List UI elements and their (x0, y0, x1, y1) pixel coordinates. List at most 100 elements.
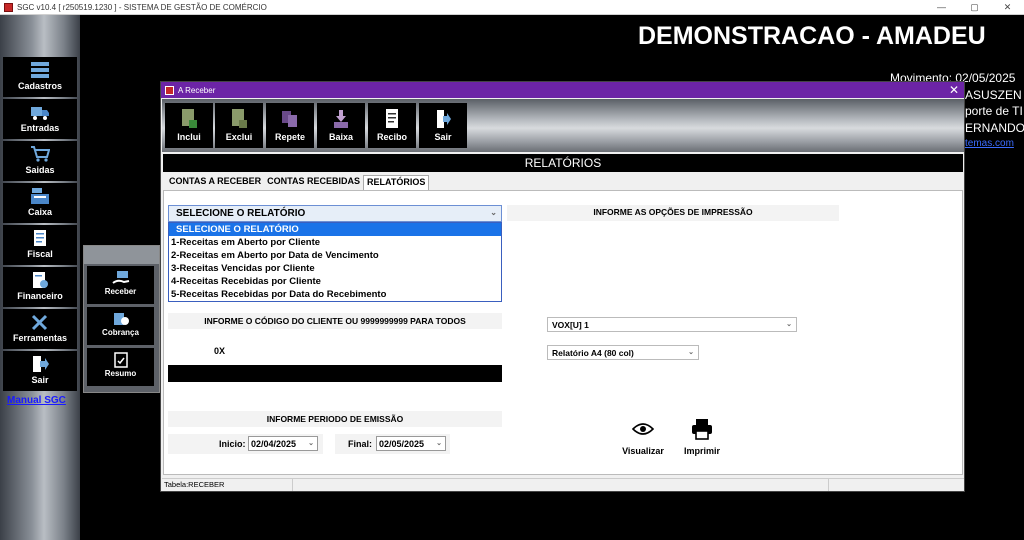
sidebar-item-caixa[interactable]: Caixa (3, 183, 77, 223)
client-name-display (168, 365, 502, 382)
end-date-picker[interactable]: 02/05/2025 ⌄ (376, 436, 446, 451)
section-title: RELATÓRIOS (163, 154, 963, 172)
repeat-icon (282, 111, 297, 127)
sidebar-item-ferramentas[interactable]: Ferramentas (3, 309, 77, 349)
bg-website-link[interactable]: temas.com (965, 138, 1014, 149)
format-select[interactable]: Relatório A4 (80 col) ⌄ (547, 345, 699, 360)
chevron-down-icon: ⌄ (436, 440, 442, 447)
sidebar-item-fiscal[interactable]: Fiscal (3, 225, 77, 265)
sidebar-item-sair[interactable]: Sair (3, 351, 77, 391)
stack-icon (31, 62, 49, 78)
bg-name-line: ERNANDO (965, 121, 1024, 135)
sidebar-item-label: Sair (31, 375, 49, 385)
app-logo-icon (4, 2, 13, 12)
client-code-label: INFORME O CÓDIGO DO CLIENTE OU 999999999… (204, 316, 466, 326)
end-date-value: 02/05/2025 (379, 439, 425, 449)
report-options-list: SELECIONE O RELATÓRIO 1-Receitas em Aber… (168, 222, 502, 302)
sidebar-item-label: Cadastros (17, 81, 62, 91)
sidebar-item-label: Entradas (20, 123, 60, 133)
toolbar-label: Sair (434, 132, 452, 142)
sidebar-item-saidas[interactable]: Saidas (3, 141, 77, 181)
summary-icon (113, 352, 128, 368)
printer-select-value: VOX[U] 1 (552, 320, 589, 330)
cart-icon (31, 146, 50, 162)
sair-button[interactable]: Sair (419, 103, 467, 148)
tools-icon (31, 314, 48, 331)
subpanel-item-receber[interactable]: Receber (87, 266, 154, 304)
dialog-toolbar: Inclui Exclui Repete Baixa Recibo Sair (162, 99, 964, 152)
receipt-icon (386, 109, 398, 128)
dialog-statusbar: Tabela:RECEBER (162, 478, 964, 491)
client-code-input[interactable]: 0X (168, 344, 228, 359)
visualizar-label: Visualizar (622, 446, 664, 456)
subpanel-item-cobranca[interactable]: Cobrança (87, 307, 154, 345)
main-sidebar: Cadastros Entradas Saidas Caixa Fiscal F… (0, 15, 80, 540)
printer-select[interactable]: VOX[U] 1 ⌄ (547, 317, 797, 332)
report-option[interactable]: 5-Receitas Recebidas por Data do Recebim… (169, 288, 501, 301)
download-icon (334, 110, 348, 128)
dialog-close-icon[interactable]: ✕ (949, 83, 959, 97)
financeiro-subpanel: Receber Cobrança Resumo (83, 245, 160, 393)
toolbar-label: Baixa (328, 132, 354, 142)
sidebar-item-label: Financeiro (17, 291, 63, 301)
start-date-picker[interactable]: 02/04/2025 ⌄ (248, 436, 318, 451)
add-document-icon (182, 109, 197, 128)
imprimir-label: Imprimir (683, 446, 720, 456)
exit-icon (437, 110, 451, 128)
report-option[interactable]: SELECIONE O RELATÓRIO (169, 223, 501, 236)
report-option[interactable]: 1-Receitas em Aberto por Cliente (169, 236, 501, 249)
period-label: INFORME PERIODO DE EMISSÃO (266, 414, 404, 424)
bg-support-line: porte de TI (965, 104, 1023, 118)
tab-contas-a-receber[interactable]: CONTAS A RECEBER (166, 175, 264, 190)
app-titlebar: SGC v10.4 [ r250519.1230 ] - SISTEMA DE … (0, 0, 1024, 15)
toolbar-label: Inclui (177, 132, 201, 142)
subpanel-item-label: Receber (104, 287, 137, 296)
report-option[interactable]: 4-Receitas Recebidas por Cliente (169, 275, 501, 288)
app-title: SGC v10.4 [ r250519.1230 ] - SISTEMA DE … (17, 2, 267, 12)
report-option[interactable]: 3-Receitas Vencidas por Cliente (169, 262, 501, 275)
chevron-down-icon: ⌄ (308, 440, 314, 447)
dialog-titlebar: A Receber ✕ (161, 82, 964, 98)
baixa-button[interactable]: Baixa (317, 103, 365, 148)
printer-icon (692, 419, 712, 440)
start-date-label: Inicio: (219, 439, 246, 449)
repete-button[interactable]: Repete (266, 103, 314, 148)
receive-money-icon (111, 271, 129, 284)
printer-icon-box (678, 415, 726, 443)
toolbar-label: Recibo (376, 132, 407, 142)
visualizar-button[interactable]: Visualizar (618, 415, 668, 461)
toolbar-label: Repete (274, 132, 305, 142)
manual-sgc-link[interactable]: Manual SGC (7, 395, 66, 406)
dialog-tabs: CONTAS A RECEBER CONTAS RECEBIDAS RELATÓ… (166, 175, 430, 190)
inclui-button[interactable]: Inclui (165, 103, 213, 148)
money-document-icon (33, 272, 48, 288)
delete-document-icon (232, 109, 247, 128)
report-select[interactable]: SELECIONE O RELATÓRIO ⌄ (168, 205, 502, 222)
sidebar-item-cadastros[interactable]: Cadastros (3, 57, 77, 97)
collection-icon (113, 313, 129, 325)
subpanel-item-label: Resumo (104, 369, 137, 378)
chevron-down-icon: ⌄ (786, 321, 792, 328)
status-segment (829, 479, 964, 491)
recibo-button[interactable]: Recibo (368, 103, 416, 148)
report-select-value: SELECIONE O RELATÓRIO (176, 208, 306, 219)
company-title: DEMONSTRACAO - AMADEU (638, 22, 986, 50)
tab-contas-recebidas[interactable]: CONTAS RECEBIDAS (264, 175, 363, 190)
maximize-button[interactable]: ▢ (958, 0, 991, 15)
dialog-app-icon (165, 85, 174, 95)
report-option[interactable]: 2-Receitas em Aberto por Data de Vencime… (169, 249, 501, 262)
format-select-value: Relatório A4 (80 col) (552, 348, 634, 358)
eye-icon (632, 423, 654, 435)
print-options-label: INFORME AS OPÇÕES DE IMPRESSÃO (593, 207, 753, 217)
subpanel-item-resumo[interactable]: Resumo (87, 348, 154, 386)
sidebar-item-financeiro[interactable]: Financeiro (3, 267, 77, 307)
chevron-down-icon: ⌄ (688, 349, 694, 356)
close-button[interactable]: ✕ (991, 0, 1024, 15)
status-segment (293, 479, 829, 491)
sidebar-item-entradas[interactable]: Entradas (3, 99, 77, 139)
imprimir-button[interactable]: Imprimir (677, 415, 727, 461)
tab-relatorios[interactable]: RELATÓRIOS (363, 175, 430, 190)
exclui-button[interactable]: Exclui (215, 103, 263, 148)
minimize-button[interactable]: — (925, 0, 958, 15)
toolbar-label: Exclui (225, 132, 253, 142)
